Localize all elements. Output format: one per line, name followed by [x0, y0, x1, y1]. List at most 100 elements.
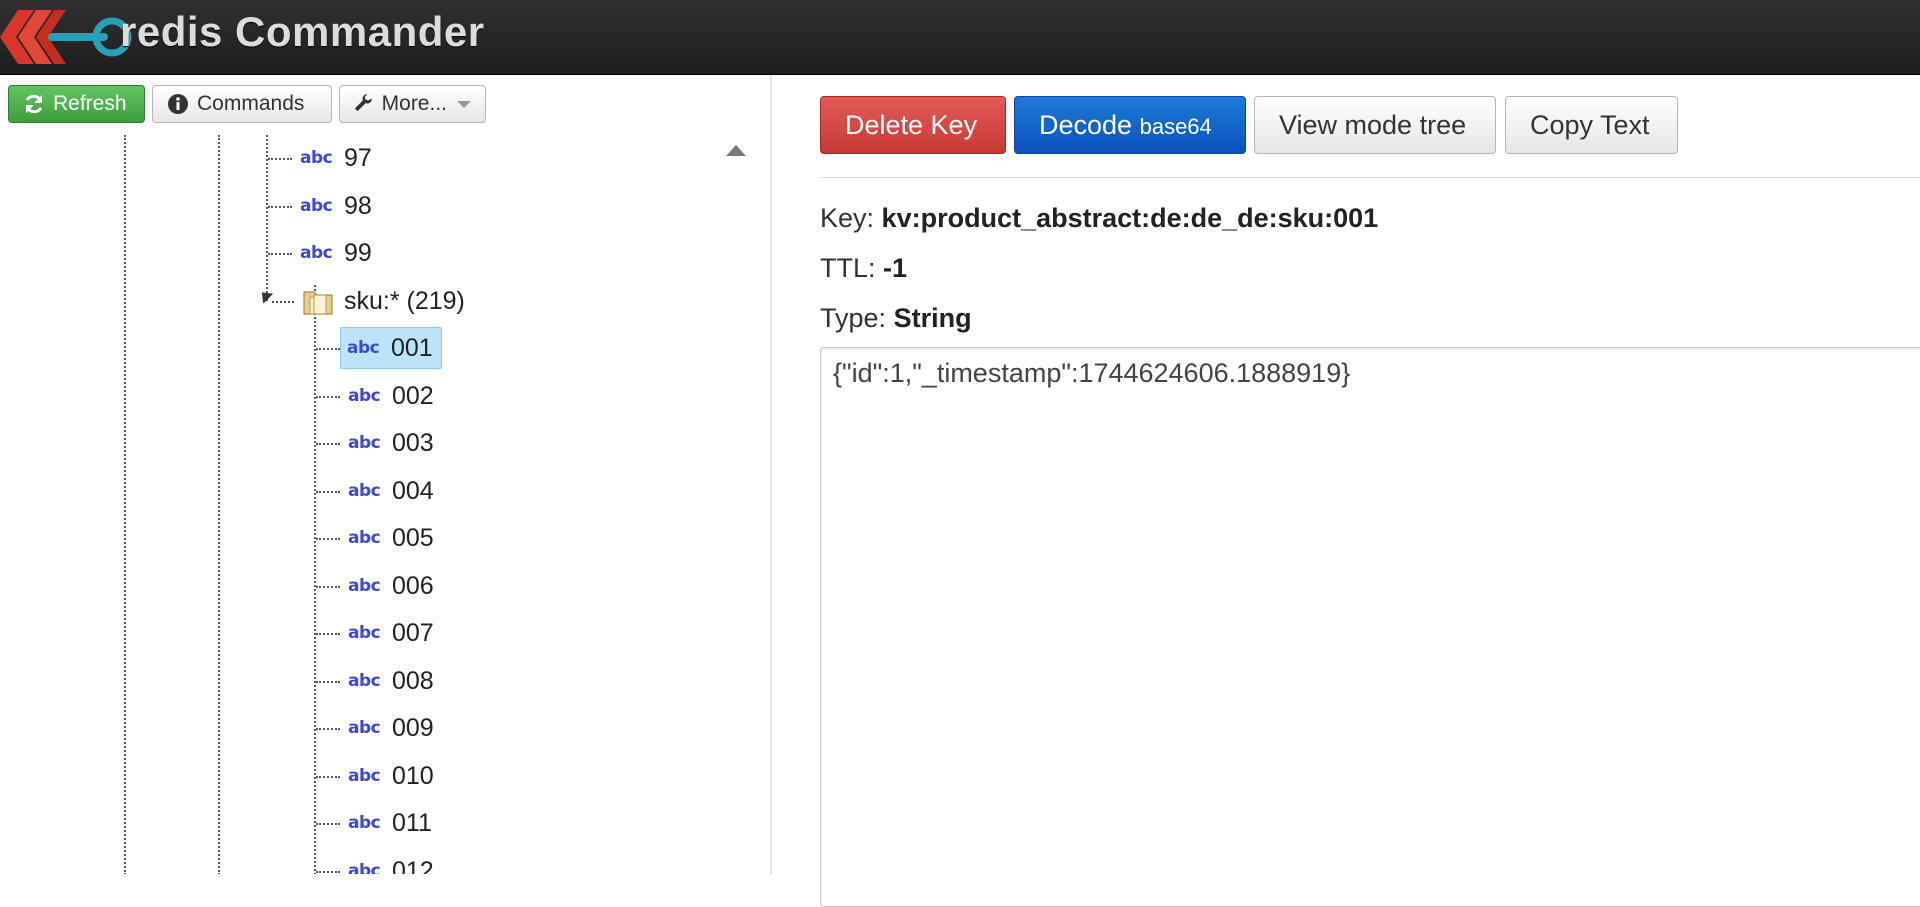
tree-leaf-005[interactable]: abc 005 [342, 517, 442, 559]
string-type-icon: abc [300, 196, 333, 216]
tree-leaf-006[interactable]: abc 006 [342, 565, 442, 607]
type-value: String [893, 303, 972, 333]
tree-connector [316, 538, 340, 540]
type-info: Type: String [820, 303, 972, 334]
tree-leaf-label: 97 [344, 143, 372, 172]
tree-leaf-003[interactable]: abc 003 [342, 422, 442, 464]
tree-guide-line [218, 135, 220, 874]
tree-connector [272, 301, 294, 303]
tree-connector [316, 396, 340, 398]
tree-connector [316, 491, 340, 493]
expand-toggle-icon[interactable] [256, 287, 274, 304]
type-label: Type: [820, 303, 887, 333]
scroll-up-arrow[interactable] [726, 145, 746, 156]
string-type-icon: abc [300, 243, 333, 263]
divider [820, 177, 1920, 178]
tree-folder-label: sku:* (219) [344, 286, 465, 315]
string-type-icon: abc [348, 766, 381, 786]
string-type-icon: abc [348, 433, 381, 453]
string-type-icon: abc [348, 671, 381, 691]
ttl-info: TTL: -1 [820, 253, 907, 284]
view-mode-tree-button[interactable]: View mode tree [1254, 96, 1496, 154]
key-tree-pane: abc 97 abc 98 abc 99 sku:* (219) abc 001 [0, 75, 770, 874]
tree-connector [316, 823, 340, 825]
tree-guide-line [314, 285, 316, 874]
tree-guide-line [124, 135, 126, 874]
more-label: More... [381, 92, 447, 115]
copy-text-button[interactable]: Copy Text [1505, 96, 1678, 154]
tree-leaf-010[interactable]: abc 010 [342, 755, 442, 797]
decode-base64-button[interactable]: Decode base64 [1014, 96, 1246, 154]
decode-label: Decode [1039, 110, 1133, 140]
tree-leaf-002[interactable]: abc 002 [342, 375, 442, 417]
tree-leaf-007[interactable]: abc 007 [342, 612, 442, 654]
chevron-down-icon [457, 100, 471, 108]
string-type-icon: abc [348, 718, 381, 738]
string-type-icon: abc [348, 861, 381, 874]
tree-connector [316, 776, 340, 778]
key-info: Key: kv:product_abstract:de:de_de:sku:00… [820, 203, 1378, 234]
tree-leaf-label: 010 [392, 761, 434, 790]
tree-leaf-label: 003 [392, 428, 434, 457]
tree-leaf-label: 012 [392, 856, 434, 875]
tree-connector [268, 206, 292, 208]
tree-leaf-001[interactable]: abc 001 [340, 327, 442, 369]
string-type-icon: abc [348, 528, 381, 548]
tree-leaf-label: 002 [392, 381, 434, 410]
string-type-icon: abc [348, 481, 381, 501]
tree-leaf-label: 008 [392, 666, 434, 695]
key-value: kv:product_abstract:de:de_de:sku:001 [881, 203, 1379, 233]
tree-leaf-004[interactable]: abc 004 [342, 470, 442, 512]
string-type-icon: abc [348, 386, 381, 406]
delete-key-button[interactable]: Delete Key [820, 96, 1006, 154]
key-detail-pane: Delete Key Decode base64 View mode tree … [772, 75, 1920, 907]
tree-folder-sku[interactable]: sku:* (219) [296, 280, 473, 322]
tree-connector [316, 586, 340, 588]
string-type-icon: abc [300, 148, 333, 168]
more-dropdown-button[interactable]: More... [339, 85, 486, 123]
ttl-value: -1 [883, 253, 908, 283]
wrench-icon [354, 94, 372, 112]
app-header: redis Commander [0, 0, 1920, 75]
tree-leaf-012[interactable]: abc 012 [342, 850, 442, 875]
tree-connector [316, 681, 340, 683]
tree-leaf-98[interactable]: abc 98 [294, 185, 380, 227]
commands-button[interactable]: Commands [152, 85, 332, 123]
tree-leaf-label: 011 [392, 808, 432, 837]
key-tree[interactable]: abc 97 abc 98 abc 99 sku:* (219) abc 001 [0, 75, 746, 875]
tree-connector [316, 871, 340, 873]
tree-connector [316, 443, 340, 445]
tree-leaf-011[interactable]: abc 011 [342, 802, 440, 844]
tree-leaf-009[interactable]: abc 009 [342, 707, 442, 749]
refresh-button[interactable]: Refresh [8, 85, 145, 123]
tree-connector [316, 348, 340, 350]
decode-format-label: base64 [1139, 114, 1212, 139]
string-type-icon: abc [348, 813, 381, 833]
tree-leaf-99[interactable]: abc 99 [294, 232, 380, 274]
tree-leaf-008[interactable]: abc 008 [342, 660, 442, 702]
folder-icon [303, 291, 333, 315]
string-type-icon: abc [348, 576, 381, 596]
tree-connector [316, 633, 340, 635]
string-type-icon: abc [348, 623, 381, 643]
tree-leaf-label: 001 [391, 333, 433, 362]
ttl-label: TTL: [820, 253, 876, 283]
tree-leaf-label: 99 [344, 238, 372, 267]
tree-leaf-label: 004 [392, 476, 434, 505]
tree-leaf-label: 009 [392, 713, 434, 742]
info-icon [168, 94, 188, 114]
tree-leaf-label: 005 [392, 523, 434, 552]
tree-connector [268, 253, 292, 255]
tree-leaf-label: 006 [392, 571, 434, 600]
redis-commander-logo-icon [0, 10, 132, 64]
key-label: Key: [820, 203, 875, 233]
refresh-icon [25, 94, 43, 114]
tree-leaf-label: 007 [392, 618, 434, 647]
refresh-label: Refresh [53, 92, 127, 115]
string-value-editor[interactable]: {"id":1,"_timestamp":1744624606.1888919} [820, 347, 1920, 907]
commands-label: Commands [197, 92, 305, 115]
app-title: redis Commander [120, 8, 485, 55]
string-type-icon: abc [347, 338, 380, 358]
tree-leaf-97[interactable]: abc 97 [294, 137, 380, 179]
tree-leaf-label: 98 [344, 191, 372, 220]
